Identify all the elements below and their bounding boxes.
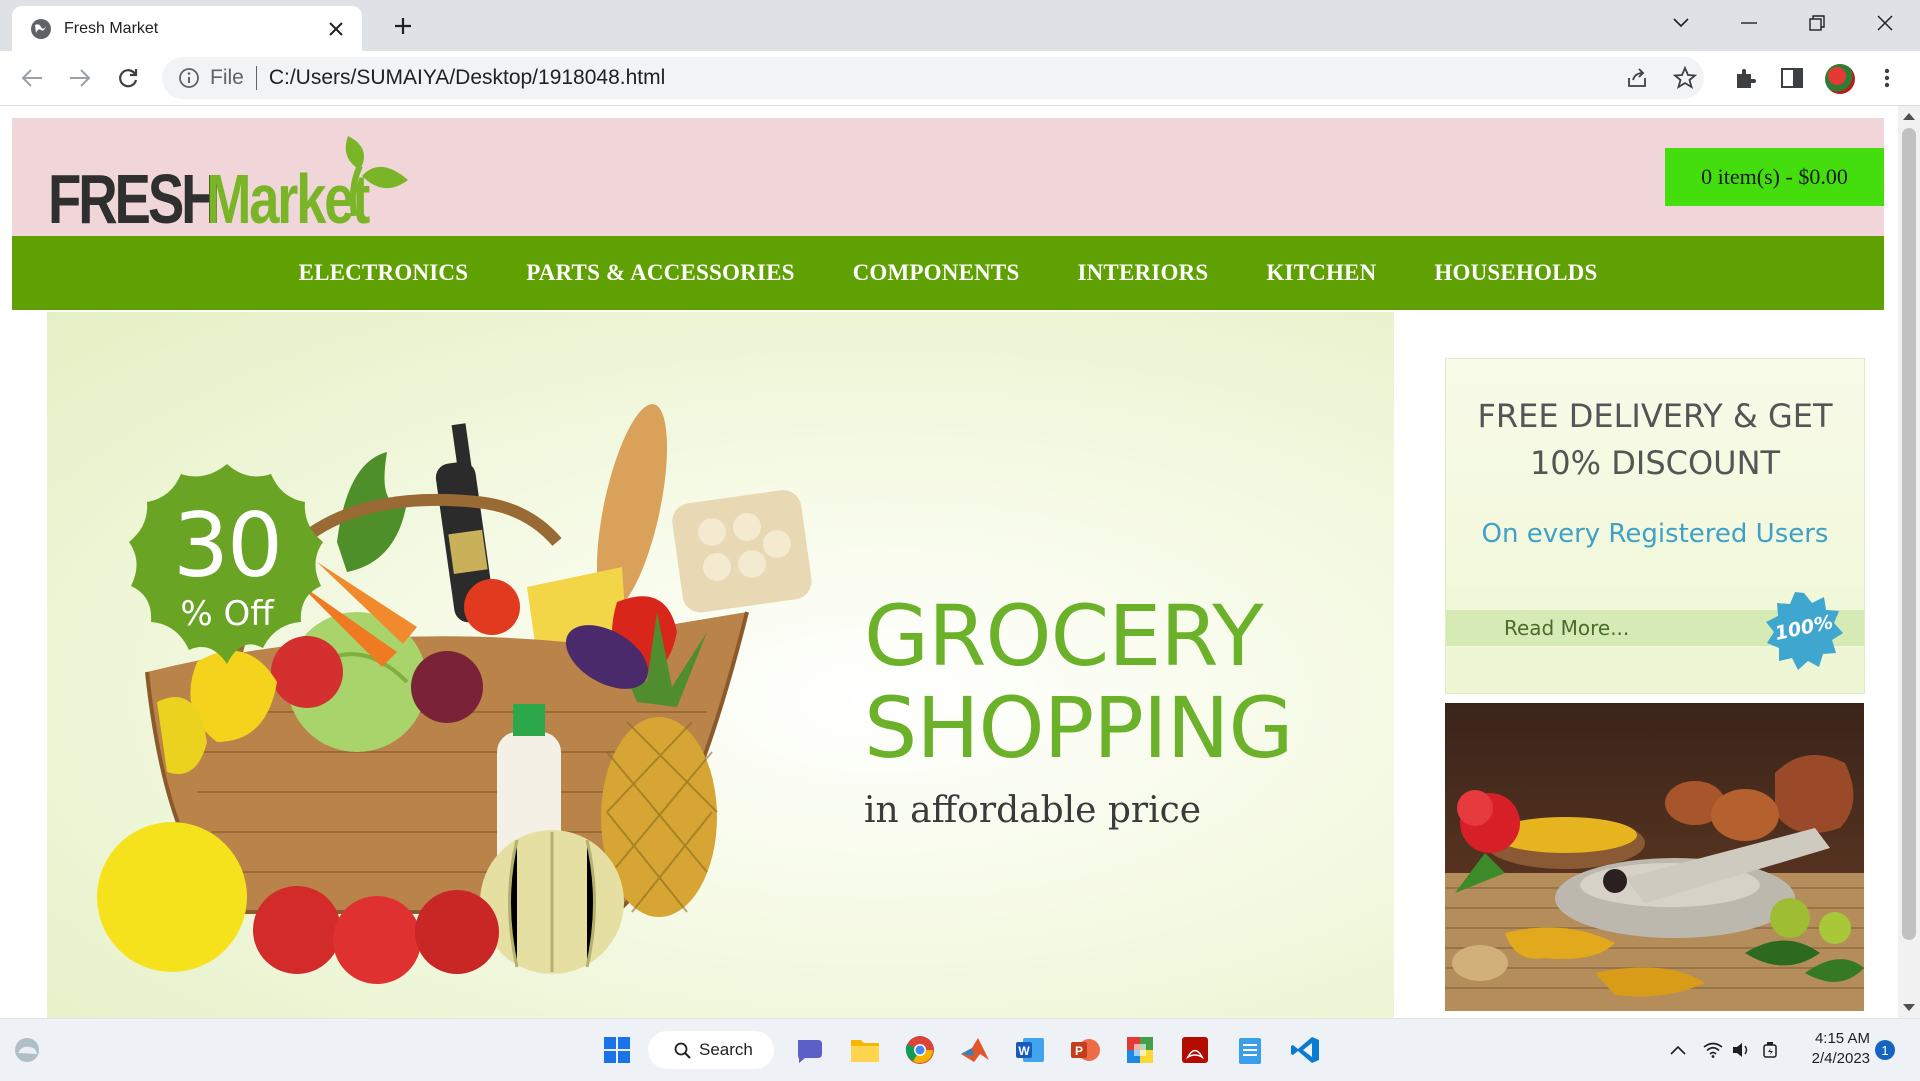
- url-scheme-label: File: [210, 66, 244, 89]
- globe-icon: [31, 18, 51, 39]
- promo-subtitle: On every Registered Users: [1481, 519, 1829, 549]
- search-icon: [674, 1042, 691, 1059]
- volume-icon[interactable]: [1731, 1040, 1751, 1060]
- main-nav: ELECTRONICS PARTS & ACCESSORIES COMPONEN…: [12, 236, 1884, 310]
- share-icon[interactable]: [1625, 66, 1649, 90]
- teams-chat-icon[interactable]: [793, 1033, 827, 1067]
- matlab-icon[interactable]: [958, 1033, 992, 1067]
- acrobat-icon[interactable]: [1178, 1033, 1212, 1067]
- forward-arrow-icon[interactable]: [64, 62, 96, 94]
- scroll-down-arrow-icon[interactable]: [1903, 1004, 1915, 1011]
- hero-tagline: in affordable price: [864, 790, 1202, 831]
- svg-text:W: W: [1018, 1044, 1030, 1058]
- bookmark-star-icon[interactable]: [1673, 66, 1697, 90]
- nav-item-kitchen[interactable]: KITCHEN: [1266, 260, 1376, 286]
- multicolor-app-icon[interactable]: [1123, 1033, 1157, 1067]
- nav-item-parts-accessories[interactable]: PARTS & ACCESSORIES: [526, 260, 794, 286]
- read-more-link[interactable]: Read More...: [1504, 616, 1629, 640]
- chrome-icon[interactable]: [903, 1033, 937, 1067]
- cart-button[interactable]: 0 item(s) - $0.00: [1665, 148, 1884, 206]
- page-scrollbar[interactable]: [1898, 106, 1920, 1018]
- back-arrow-icon[interactable]: [16, 62, 48, 94]
- browser-toolbar: File C:/Users/SUMAIYA/Desktop/1918048.ht…: [0, 51, 1920, 106]
- site-info-icon[interactable]: [178, 67, 200, 89]
- file-explorer-icon[interactable]: [848, 1033, 882, 1067]
- discount-badge: 30 % Off: [125, 460, 329, 668]
- vscode-icon[interactable]: [1288, 1033, 1322, 1067]
- taskbar-search-label: Search: [699, 1040, 753, 1059]
- hero-banner: 30 % Off GROCERY SHOPPING in affordable …: [47, 312, 1394, 1018]
- nav-item-interiors[interactable]: INTERIORS: [1077, 260, 1208, 286]
- clock-time: 4:15 AM: [1814, 1030, 1870, 1047]
- badge-number: 30: [173, 494, 283, 597]
- start-windows-icon[interactable]: [600, 1033, 634, 1067]
- free-delivery-promo: FREE DELIVERY & GET 10% DISCOUNT On ever…: [1445, 358, 1865, 694]
- profile-avatar[interactable]: [1825, 64, 1855, 94]
- scrollbar-thumb[interactable]: [1902, 128, 1916, 940]
- hero-heading-line1: GROCERY: [864, 587, 1264, 685]
- spices-photo: [1445, 703, 1864, 1011]
- new-tab-icon[interactable]: [388, 11, 418, 41]
- address-bar[interactable]: File C:/Users/SUMAIYA/Desktop/1918048.ht…: [162, 57, 1704, 99]
- logo-word-fresh: FRESH: [48, 160, 221, 238]
- page-viewport: FRESH Market 0 item(s) - $0.00 ELECTRONI…: [0, 106, 1898, 1018]
- side-panel-icon[interactable]: [1779, 65, 1805, 91]
- promo-title-line1: FREE DELIVERY & GET: [1477, 397, 1833, 435]
- show-hidden-icons-chevron-icon[interactable]: [1668, 1040, 1688, 1060]
- word-icon[interactable]: W: [1013, 1033, 1047, 1067]
- nav-item-components[interactable]: COMPONENTS: [853, 260, 1020, 286]
- extensions-puzzle-icon[interactable]: [1732, 65, 1758, 91]
- nav-item-households[interactable]: HOUSEHOLDS: [1434, 260, 1597, 286]
- leaf-icon: [345, 136, 408, 216]
- browser-tab[interactable]: Fresh Market: [12, 6, 362, 51]
- minimize-icon[interactable]: [1724, 8, 1774, 38]
- close-window-icon[interactable]: [1860, 8, 1910, 38]
- url-separator: [255, 66, 257, 90]
- wifi-icon[interactable]: [1703, 1040, 1723, 1060]
- svg-text:P: P: [1075, 1044, 1083, 1058]
- tab-close-icon[interactable]: [322, 15, 350, 43]
- powerpoint-icon[interactable]: P: [1068, 1033, 1102, 1067]
- restore-icon[interactable]: [1792, 8, 1842, 38]
- tab-search-chevron-icon[interactable]: [1656, 8, 1706, 38]
- clock-date: 2/4/2023: [1811, 1050, 1870, 1067]
- badge-label: % Off: [180, 594, 274, 634]
- browser-menu-icon[interactable]: [1874, 65, 1900, 91]
- promo-title-line2: 10% DISCOUNT: [1529, 444, 1781, 482]
- promo-title: FREE DELIVERY & GET 10% DISCOUNT: [1446, 393, 1864, 487]
- hero-heading: GROCERY SHOPPING: [864, 587, 1294, 777]
- spices-illustration: [1445, 703, 1864, 1011]
- battery-icon[interactable]: [1761, 1040, 1781, 1060]
- widgets-weather-icon[interactable]: [10, 1033, 44, 1067]
- url-text[interactable]: C:/Users/SUMAIYA/Desktop/1918048.html: [269, 66, 1704, 90]
- hero-heading-line2: SHOPPING: [864, 679, 1294, 777]
- fresh-market-logo[interactable]: FRESH Market: [48, 136, 418, 236]
- notification-badge[interactable]: 1: [1875, 1040, 1895, 1060]
- tab-title: Fresh Market: [64, 19, 159, 37]
- scroll-up-arrow-icon[interactable]: [1903, 113, 1915, 120]
- site-header: FRESH Market 0 item(s) - $0.00: [12, 118, 1884, 236]
- taskbar-search[interactable]: Search: [648, 1031, 774, 1069]
- notepad-icon[interactable]: [1233, 1033, 1267, 1067]
- nav-item-electronics[interactable]: ELECTRONICS: [299, 260, 469, 286]
- windows-taskbar: Search W P 4:15 AM 2/4/2023 1: [0, 1018, 1920, 1081]
- browser-tab-strip: Fresh Market: [0, 0, 1920, 51]
- taskbar-clock[interactable]: 4:15 AM 2/4/2023: [1796, 1029, 1870, 1069]
- reload-icon[interactable]: [112, 62, 144, 94]
